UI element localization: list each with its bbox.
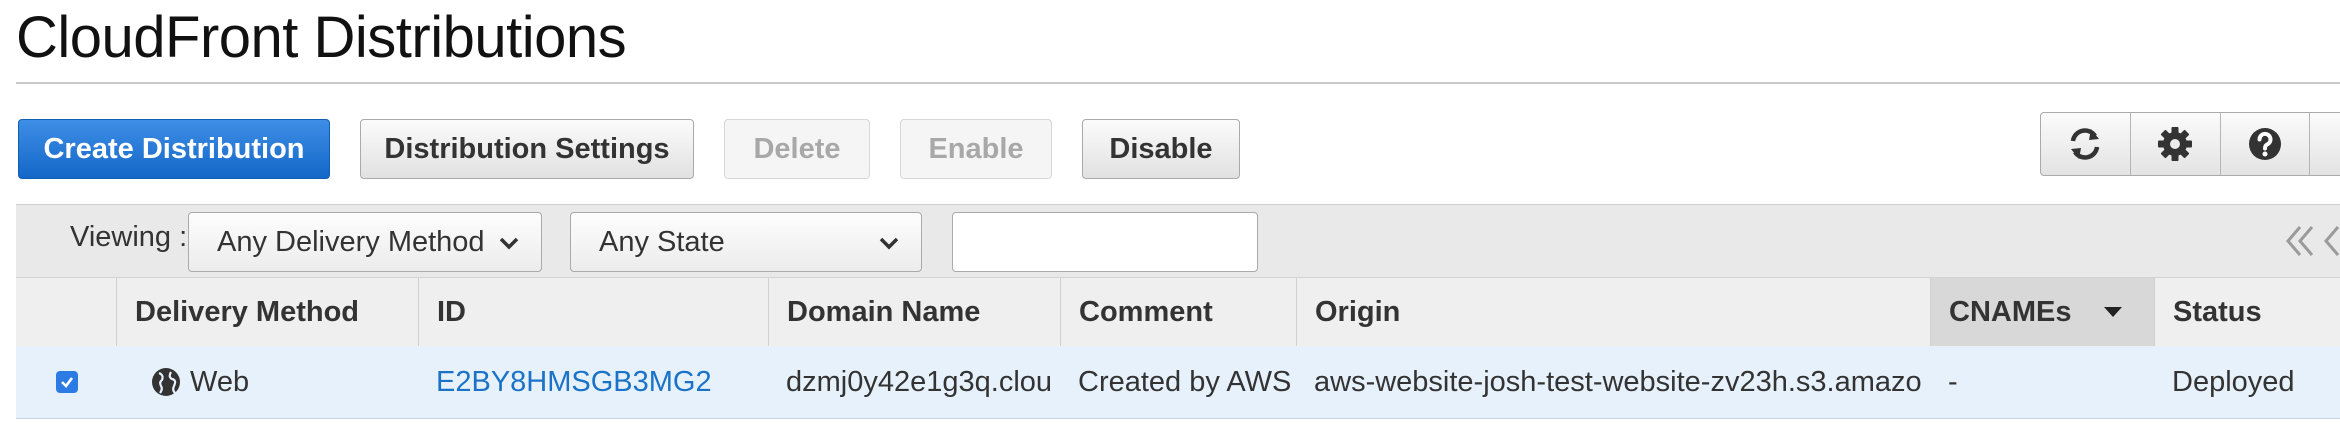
create-distribution-button[interactable]: Create Distribution [18, 119, 330, 179]
status-cell: Deployed [2172, 365, 2295, 398]
refresh-icon [2071, 128, 2100, 160]
title-divider [16, 82, 2340, 84]
domain-name-cell: dzmj0y42e1g3q.clou [786, 365, 1053, 398]
gear-icon [2158, 127, 2193, 161]
column-header-comment[interactable]: Comment [1060, 278, 1296, 346]
settings-button[interactable] [2131, 113, 2221, 175]
column-header-delivery-method[interactable]: Delivery Method [116, 278, 418, 346]
column-header-origin[interactable]: Origin [1296, 278, 1930, 346]
delivery-method-cell: Web [116, 346, 418, 418]
column-header-cnames[interactable]: CNAMEs [1930, 278, 2154, 346]
row-select-cell[interactable] [16, 346, 116, 418]
distribution-settings-button[interactable]: Distribution Settings [360, 119, 694, 179]
column-header-id[interactable]: ID [418, 278, 768, 346]
cnames-cell: - [1948, 365, 1958, 398]
help-button[interactable] [2221, 113, 2311, 175]
globe-icon [152, 368, 180, 396]
table-header: Delivery Method ID Domain Name Comment O… [16, 277, 2340, 347]
delete-button[interactable]: Delete [724, 119, 870, 179]
delivery-method-select[interactable]: Any Delivery Method [188, 212, 542, 272]
first-page-icon[interactable] [2284, 221, 2340, 261]
enable-button[interactable]: Enable [900, 119, 1052, 179]
chevron-down-icon [499, 237, 519, 250]
column-header-domain-name[interactable]: Domain Name [768, 278, 1060, 346]
column-header-status[interactable]: Status [2154, 278, 2340, 346]
search-input[interactable] [952, 212, 1258, 272]
viewing-label: Viewing : [70, 221, 188, 253]
chevron-down-icon [879, 237, 899, 250]
delivery-method-value: Web [190, 365, 250, 398]
page-title: CloudFront Distributions [16, 5, 627, 70]
disable-button[interactable]: Disable [1082, 119, 1240, 179]
table-row[interactable]: Web E2BY8HMSGB3MG2 dzmj0y42e1g3q.clou Cr… [16, 346, 2340, 419]
origin-cell: aws-website-josh-test-website-zv23h.s3.a… [1314, 365, 1922, 398]
id-cell: E2BY8HMSGB3MG2 [418, 346, 768, 418]
select-column-header [16, 278, 116, 346]
comment-cell: Created by AWS [1078, 365, 1292, 398]
help-icon [2248, 128, 2281, 160]
row-checkbox[interactable] [56, 371, 78, 393]
refresh-button[interactable] [2041, 113, 2131, 175]
icon-button-group [2040, 112, 2340, 176]
state-select[interactable]: Any State [570, 212, 922, 272]
delivery-method-value: Any Delivery Method [217, 225, 485, 258]
filter-bar: Viewing : Any Delivery Method Any State [16, 204, 2340, 278]
checkmark-icon [61, 377, 74, 388]
state-value: Any State [599, 225, 725, 258]
cnames-header-label: CNAMEs [1949, 295, 2072, 328]
icon-group-overflow [2310, 113, 2340, 175]
distribution-id-link[interactable]: E2BY8HMSGB3MG2 [436, 366, 712, 399]
sort-descending-icon [2104, 307, 2123, 317]
